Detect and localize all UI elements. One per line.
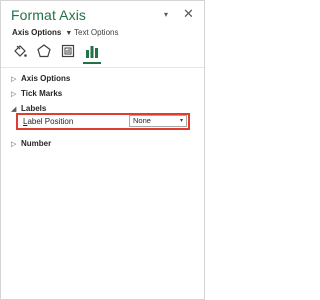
section-axis-options-label: Axis Options	[21, 74, 71, 83]
label-position-label-text: abel Position	[27, 117, 74, 126]
section-tick-marks-label: Tick Marks	[21, 89, 63, 98]
format-axis-pane: Format Axis ▾ ✕ Axis Options ▼ Text Optio…	[0, 0, 205, 300]
section-labels[interactable]: ◢ Labels	[11, 104, 46, 113]
tab-axis-options-label: Axis Options	[12, 28, 62, 37]
divider	[1, 67, 204, 68]
dropdown-arrow-icon: ▾	[179, 118, 183, 124]
effects-icon[interactable]	[36, 43, 52, 59]
label-position-select[interactable]: None ▾	[129, 115, 187, 127]
label-position-value: None	[133, 116, 151, 125]
section-tick-marks[interactable]: ▷ Tick Marks	[11, 89, 62, 98]
section-axis-options[interactable]: ▷ Axis Options	[11, 74, 70, 83]
section-number[interactable]: ▷ Number	[11, 139, 51, 148]
options-tabs: Axis Options ▼ Text Options	[12, 28, 118, 37]
chevron-down-icon[interactable]: ▼	[65, 30, 72, 37]
pane-title: Format Axis	[11, 7, 87, 23]
axis-options-icon[interactable]	[84, 43, 100, 59]
label-position-label: Label Position	[23, 117, 73, 126]
close-icon[interactable]: ✕	[183, 6, 194, 22]
pane-options-dropdown[interactable]: ▾	[164, 10, 168, 19]
selected-category-indicator	[83, 62, 101, 64]
section-number-label: Number	[21, 139, 52, 148]
chevron-right-icon: ▷	[11, 141, 17, 148]
chevron-expanded-icon: ◢	[11, 106, 17, 113]
chevron-right-icon: ▷	[11, 91, 17, 98]
size-properties-icon[interactable]	[60, 43, 76, 59]
chevron-right-icon: ▷	[11, 76, 17, 83]
section-labels-label: Labels	[21, 104, 47, 113]
tab-text-options[interactable]: Text Options	[74, 28, 118, 37]
tab-axis-options[interactable]: Axis Options ▼	[12, 28, 72, 37]
fill-line-icon[interactable]	[12, 43, 28, 59]
